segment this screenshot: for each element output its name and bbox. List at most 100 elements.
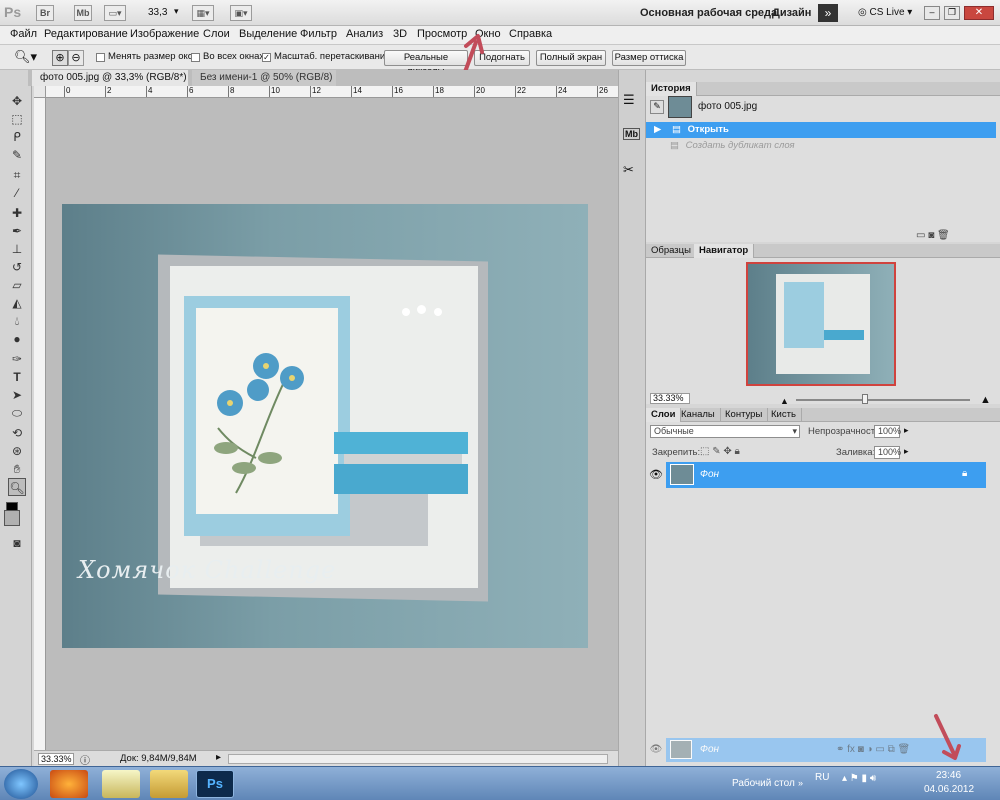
marquee-tool-icon[interactable]: ⬚ <box>8 110 26 128</box>
menu-image[interactable]: Изображение <box>130 28 199 40</box>
workspace-design[interactable]: Дизайн <box>772 7 811 19</box>
menu-filter[interactable]: Фильтр <box>300 28 337 40</box>
start-button[interactable] <box>4 769 38 799</box>
history-item-open[interactable]: ▶ ▤ Открыть <box>646 122 996 138</box>
zoom-out-icon[interactable]: ⊖ <box>68 50 84 66</box>
paint-bucket-tool-icon[interactable]: ◭ <box>8 294 26 312</box>
ruler-origin[interactable] <box>34 86 46 98</box>
move-tool-icon[interactable]: ✥ <box>8 92 26 110</box>
layer-row-background[interactable]: Фон 🔒︎ <box>666 462 986 488</box>
3d-rotate-tool-icon[interactable]: ⟲ <box>8 424 26 442</box>
arrange-documents-button[interactable]: ▦▾ <box>192 5 214 21</box>
brush-tool-icon[interactable]: ✒ <box>8 222 26 240</box>
tab-history[interactable]: История <box>646 82 697 96</box>
zoom-dropdown-icon[interactable]: ▾ <box>174 6 179 17</box>
status-menu-arrow-icon[interactable]: ▸ <box>216 752 221 763</box>
history-item-duplicate[interactable]: ▤ Создать дубликат слоя <box>646 138 996 154</box>
opacity-arrow-icon[interactable]: ▸ <box>904 425 909 436</box>
tab-channels[interactable]: Каналы <box>676 408 721 422</box>
dodge-tool-icon[interactable]: ● <box>8 330 26 348</box>
mini-bridge-panel-icon[interactable]: Mb <box>623 128 640 140</box>
folder-taskbar-icon[interactable] <box>150 770 188 798</box>
horizontal-scrollbar[interactable] <box>228 754 608 764</box>
menu-edit[interactable]: Редактирование <box>44 28 128 40</box>
snapshot-name[interactable]: фото 005.jpg <box>698 101 757 112</box>
menu-select[interactable]: Выделение <box>239 28 297 40</box>
snapshot-brush-icon[interactable]: ✎ <box>650 100 664 114</box>
tab-untitled-1[interactable]: Без имени-1 @ 50% (RGB/8) *✕ <box>192 70 336 99</box>
navigator-zoom-slider-thumb[interactable] <box>862 394 868 404</box>
cs-live-button[interactable]: ◎ CS Live ▾ <box>858 7 912 18</box>
minimize-button[interactable]: – <box>924 6 940 20</box>
navigator-zoom-field[interactable]: 33.33% <box>650 393 690 404</box>
workspace-essentials[interactable]: Основная рабочая среда <box>640 7 777 19</box>
zoom-tool-icon[interactable]: 🔍︎ <box>8 478 26 496</box>
navigator-zoom-slider[interactable] <box>796 399 970 401</box>
type-tool-icon[interactable]: T <box>8 368 26 386</box>
tab-navigator[interactable]: Навигатор <box>694 244 755 258</box>
path-selection-tool-icon[interactable]: ➤ <box>8 386 26 404</box>
crop-tool-icon[interactable]: ⌗ <box>8 166 26 184</box>
mini-bridge-button[interactable]: Mb <box>74 5 92 21</box>
quick-selection-tool-icon[interactable]: ✎ <box>8 146 26 164</box>
clock-time[interactable]: 23:46 <box>936 770 961 781</box>
resize-windows-checkbox[interactable] <box>96 53 105 62</box>
print-size-button[interactable]: Размер оттиска <box>612 50 686 66</box>
zoom-tool-preset-icon[interactable]: 🔍︎▾ <box>14 49 37 65</box>
clone-stamp-tool-icon[interactable]: ⊥ <box>8 240 26 258</box>
dragged-layer-eye-icon[interactable]: 👁︎ <box>646 738 666 762</box>
menu-file[interactable]: Файл <box>10 28 37 40</box>
status-info-icon[interactable]: ⓘ <box>80 752 90 767</box>
history-brush-tool-icon[interactable]: ↺ <box>8 258 26 276</box>
fill-arrow-icon[interactable]: ▸ <box>904 446 909 457</box>
explorer-taskbar-icon[interactable] <box>102 770 140 798</box>
navigator-zoom-in-icon[interactable]: ▲ <box>980 394 991 406</box>
language-indicator[interactable]: RU <box>815 772 829 783</box>
tray-icons[interactable]: ▴ ⚑ ▮ 🔊︎ <box>842 773 876 784</box>
shape-tool-icon[interactable]: ⬭ <box>8 404 26 422</box>
history-footer-icons[interactable]: ▭ ◙ 🗑︎ <box>916 230 950 241</box>
layer-visibility-eye-icon[interactable]: 👁︎ <box>646 462 666 488</box>
zoom-level-readout[interactable]: 33,3 <box>148 7 167 18</box>
fill-input[interactable]: 100% <box>874 446 901 459</box>
clock-date[interactable]: 04.06.2012 <box>924 784 974 795</box>
opacity-input[interactable]: 100% <box>874 425 901 438</box>
zoom-in-icon[interactable]: ⊕ <box>52 50 68 66</box>
menu-3d[interactable]: 3D <box>393 28 407 40</box>
history-panel-icon[interactable]: ☰ <box>623 92 635 108</box>
background-color-swatch[interactable] <box>4 510 20 526</box>
tab-brush[interactable]: Кисть <box>766 408 802 422</box>
scrubby-zoom-checkbox[interactable]: ✓ <box>262 53 271 62</box>
more-workspaces-button[interactable]: » <box>818 4 838 22</box>
layers-footer-icons[interactable]: ⚭ fx ◙ ◑ ▭ ⧉ 🗑︎ <box>836 744 910 755</box>
lock-icons[interactable]: ⬚ ✎ ✥ 🔒︎ <box>700 446 740 457</box>
firefox-taskbar-icon[interactable] <box>50 770 88 798</box>
tools-presets-panel-icon[interactable]: ✂ <box>623 162 634 178</box>
hand-tool-icon[interactable]: ✋︎ <box>8 460 26 478</box>
quick-mask-icon[interactable]: ◙ <box>8 534 26 552</box>
tab-foto-005[interactable]: фото 005.jpg @ 33,3% (RGB/8*) *✕ <box>32 70 188 99</box>
eyedropper-tool-icon[interactable]: ⁄ <box>8 184 26 202</box>
navigator-zoom-out-icon[interactable]: ▲ <box>780 396 789 406</box>
tab-swatches[interactable]: Образцы <box>646 244 697 258</box>
lasso-tool-icon[interactable]: ᑭ <box>8 128 26 146</box>
3d-orbit-tool-icon[interactable]: ⊛ <box>8 442 26 460</box>
blur-tool-icon[interactable]: 💧︎ <box>8 312 26 330</box>
status-zoom-field[interactable]: 33.33% <box>38 753 74 765</box>
navigator-preview[interactable] <box>746 262 896 386</box>
menu-analysis[interactable]: Анализ <box>346 28 383 40</box>
snapshot-thumbnail[interactable] <box>668 96 692 118</box>
all-windows-checkbox[interactable] <box>191 53 200 62</box>
bridge-button[interactable]: Br <box>36 5 54 21</box>
extras-button[interactable]: ▭▾ <box>104 5 126 21</box>
desktop-toolbar-label[interactable]: Рабочий стол <box>732 778 795 789</box>
pen-tool-icon[interactable]: ✑ <box>8 350 26 368</box>
menu-help[interactable]: Справка <box>509 28 552 40</box>
desktop-toolbar-arrow-icon[interactable]: » <box>798 778 803 788</box>
screen-mode-button[interactable]: ▣▾ <box>230 5 252 21</box>
spot-healing-tool-icon[interactable]: ✚ <box>8 204 26 222</box>
document-canvas[interactable]: Хомячок Challenge <box>46 98 618 750</box>
photoshop-taskbar-icon[interactable]: Ps <box>196 770 234 798</box>
tab-paths[interactable]: Контуры <box>720 408 769 422</box>
eraser-tool-icon[interactable]: ▱ <box>8 276 26 294</box>
